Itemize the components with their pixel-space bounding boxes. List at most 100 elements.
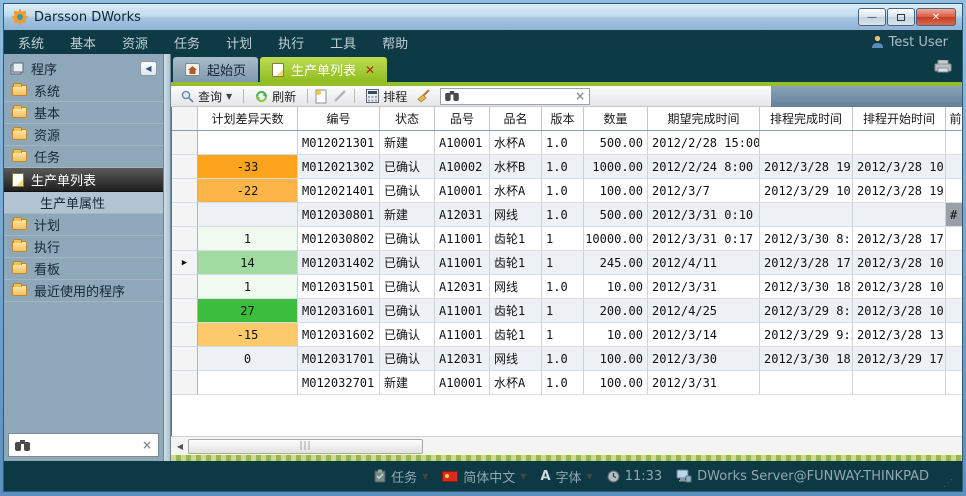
column-header-sched_end[interactable]: 排程完成时间 [760,107,853,130]
menu-item-2[interactable]: 资源 [122,37,148,52]
column-header-extra[interactable]: 前 [946,107,962,130]
status-task-menu[interactable]: 任务 ▼ [374,467,428,486]
row-selector-cell[interactable] [172,347,198,371]
schedule-button[interactable]: 排程 [362,87,411,106]
table-row[interactable]: 0M012031701已确认A12031网线1.0100.002012/3/30… [172,347,962,371]
sidebar-item-4[interactable]: 生产单列表 [4,168,163,192]
cell-sched_end: 2012/3/29 9:20 [760,323,853,347]
row-selector-cell[interactable] [172,155,198,179]
table-row[interactable]: ▶14M012031402已确认A11001齿轮11245.002012/4/1… [172,251,962,275]
cell-status: 已确认 [380,155,435,179]
column-header-ver[interactable]: 版本 [542,107,584,130]
font-icon: A [540,469,550,484]
sidebar-item-7[interactable]: 执行 [4,236,163,258]
cell-value: 2012/3/31 0:17 [652,232,753,246]
menu-items: 系统 基本 资源 任务 计划 执行 工具 帮助 [18,33,434,52]
sidebar-item-0[interactable]: 系统 [4,80,163,102]
column-header-diff[interactable]: 计划差异天数 [198,107,298,130]
cell-code: M012031701 [298,347,380,371]
scrollbar-thumb[interactable]: ||| [188,439,423,454]
row-selector-cell[interactable] [172,203,198,227]
row-selector-cell[interactable] [172,299,198,323]
menu-item-3[interactable]: 任务 [174,37,200,52]
row-selector-cell[interactable] [172,227,198,251]
menu-item-5[interactable]: 执行 [278,37,304,52]
sidebar-item-label: 资源 [34,125,60,144]
sidebar-search-box[interactable]: × [8,433,159,457]
cell-due: 2012/3/7 [648,179,760,203]
table-row[interactable]: M012030801新建A12031网线1.0500.002012/3/31 0… [172,203,962,227]
column-header-sched_start[interactable]: 排程开始时间 [853,107,946,130]
table-row[interactable]: 27M012031601已确认A11001齿轮11200.002012/4/25… [172,299,962,323]
menu-item-6[interactable]: 工具 [330,37,356,52]
edit-icon[interactable] [333,89,347,103]
sidebar-item-2[interactable]: 资源 [4,124,163,146]
broom-icon[interactable] [416,89,431,103]
sidebar-item-5[interactable]: 生产单属性 [4,192,163,214]
cell-value: 10.00 [607,328,643,342]
horizontal-scrollbar[interactable]: ◀ ||| [171,436,962,455]
row-selector-cell[interactable] [172,275,198,299]
scroll-left-icon[interactable]: ◀ [172,439,188,454]
tab-home[interactable]: 起始页 [173,57,258,82]
table-row[interactable]: -22M012021401已确认A10001水杯A1.0100.002012/3… [172,179,962,203]
column-header-qty[interactable]: 数量 [584,107,648,130]
sidebar-splitter[interactable] [164,54,171,461]
sidebar-item-8[interactable]: 看板 [4,258,163,280]
table-row[interactable]: -33M012021302已确认A10002水杯B1.01000.002012/… [172,155,962,179]
resize-grip[interactable]: ⋰ [943,478,954,491]
tab-close-icon[interactable]: ✕ [365,63,375,77]
column-header-selector[interactable] [172,107,198,130]
minimize-button[interactable]: — [858,8,886,26]
cell-status: 新建 [380,203,435,227]
row-selector-cell[interactable] [172,323,198,347]
cell-name: 网线 [490,347,542,371]
new-item-icon[interactable] [315,89,328,104]
sidebar-item-9[interactable]: 最近使用的程序 [4,280,163,302]
menu-item-4[interactable]: 计划 [226,37,252,52]
cell-status: 已确认 [380,251,435,275]
sidebar-item-1[interactable]: 基本 [4,102,163,124]
printer-icon[interactable] [934,60,952,73]
refresh-button[interactable]: 刷新 [251,87,300,106]
table-row[interactable]: -15M012031602已确认A11001齿轮1110.002012/3/14… [172,323,962,347]
close-button[interactable]: ✕ [916,8,956,26]
column-header-due[interactable]: 期望完成时间 [648,107,760,130]
collapse-sidebar-button[interactable]: ◀ [140,61,157,76]
home-icon [185,63,200,76]
column-header-code[interactable]: 编号 [298,107,380,130]
query-dropdown-icon[interactable]: ▼ [226,92,232,101]
sidebar-item-3[interactable]: 任务 [4,146,163,168]
row-selector-cell[interactable] [172,131,198,155]
row-selector-cell[interactable]: ▶ [172,251,198,275]
row-selector-cell[interactable] [172,179,198,203]
column-header-status[interactable]: 状态 [380,107,435,130]
table-row[interactable]: 1M012030802已确认A11001齿轮1110000.002012/3/3… [172,227,962,251]
table-row[interactable]: 1M012031501已确认A12031网线1.010.002012/3/312… [172,275,962,299]
cell-value: 10000.00 [585,232,643,246]
cell-value: 27 [240,304,254,318]
column-header-name[interactable]: 品名 [490,107,542,130]
status-font-menu[interactable]: A 字体 ▼ [540,467,592,486]
task-dropdown-icon[interactable]: ▼ [422,472,428,481]
filter-clear-icon[interactable]: × [575,90,585,102]
status-language-menu[interactable]: 简体中文 ▼ [442,467,526,486]
menu-item-1[interactable]: 基本 [70,37,96,52]
sidebar-search-clear-icon[interactable]: × [142,439,152,451]
menu-item-0[interactable]: 系统 [18,37,44,52]
table-row[interactable]: M012021301新建A10001水杯A1.0500.002012/2/28 … [172,131,962,155]
table-row[interactable]: M012032701新建A10001水杯A1.0100.002012/3/31 [172,371,962,395]
maximize-button[interactable] [887,8,915,26]
menu-item-7[interactable]: 帮助 [382,37,408,52]
font-dropdown-icon[interactable]: ▼ [587,472,593,481]
cell-due: 2012/2/24 8:00 [648,155,760,179]
query-button[interactable]: 查询 ▼ [177,87,236,106]
language-dropdown-icon[interactable]: ▼ [520,472,526,481]
sidebar-item-6[interactable]: 计划 [4,214,163,236]
column-header-item[interactable]: 品号 [435,107,490,130]
row-selector-cell[interactable] [172,371,198,395]
cell-value: 200.00 [600,304,643,318]
user-indicator[interactable]: Test User [871,35,948,50]
table-filter-box[interactable]: × [440,88,590,105]
tab-production-order-list[interactable]: 生产单列表 ✕ [260,57,387,82]
